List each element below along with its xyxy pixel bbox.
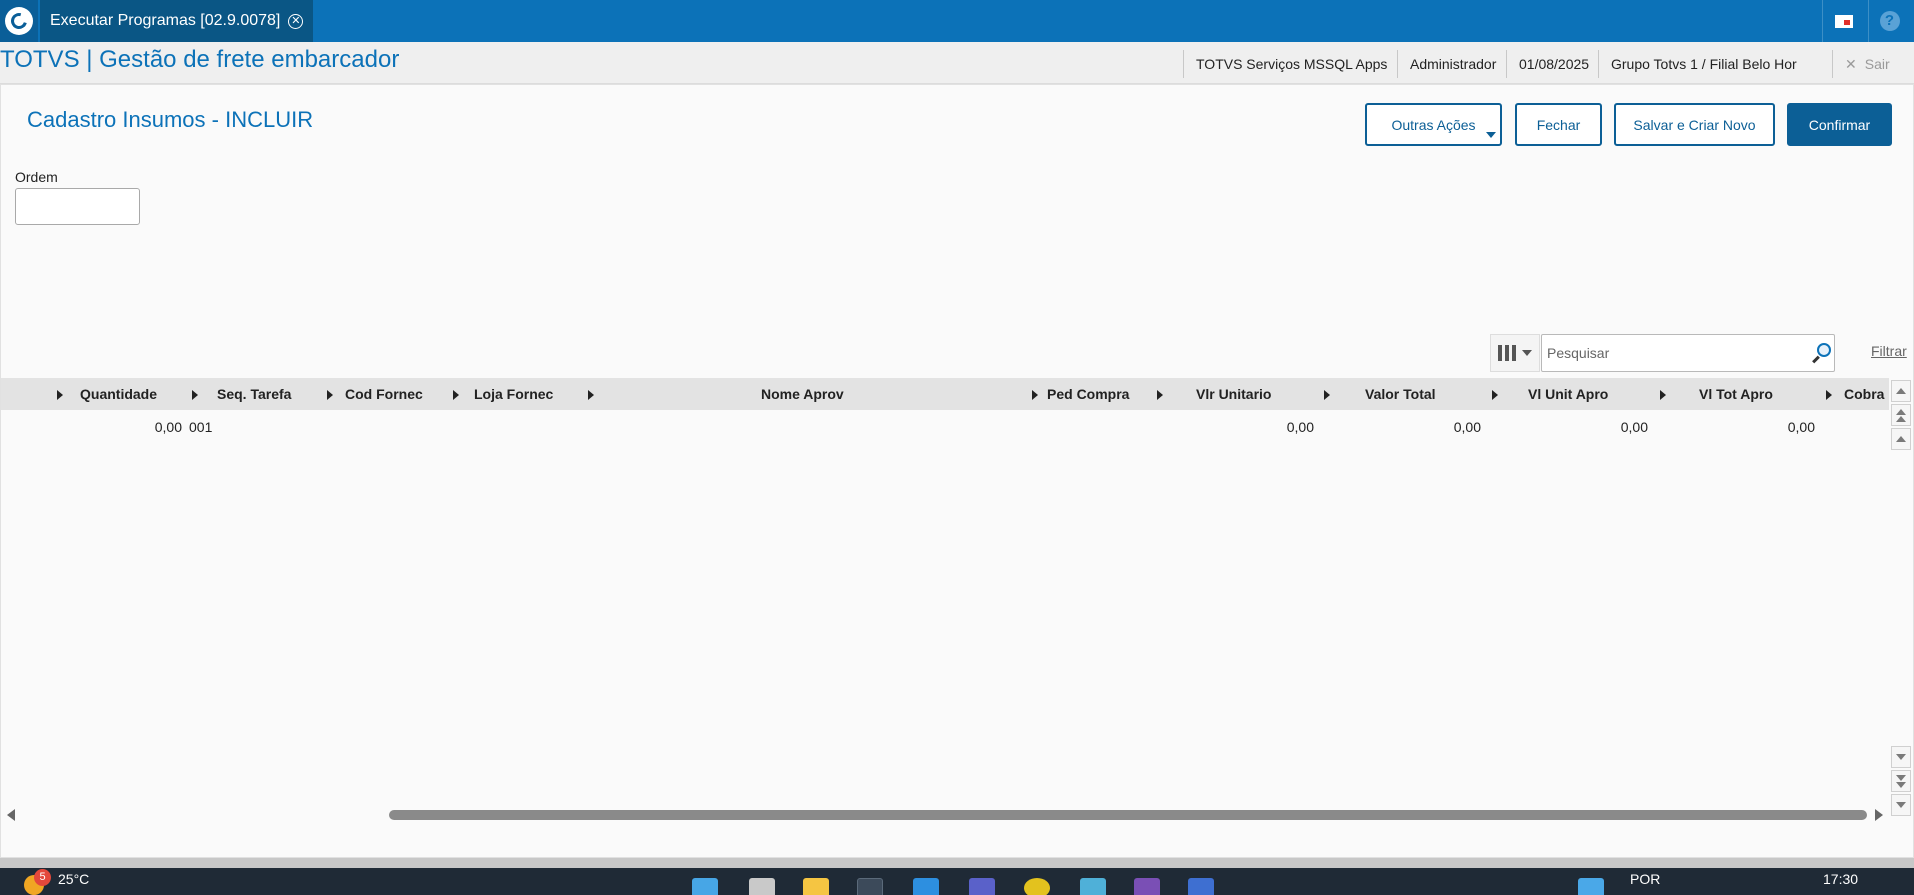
column-marker-icon [1492, 390, 1498, 400]
close-button[interactable]: Fechar [1515, 103, 1602, 146]
column-marker-icon [1324, 390, 1330, 400]
close-icon: ✕ [1845, 55, 1857, 72]
app-icon[interactable] [1188, 878, 1214, 895]
column-marker-icon [1157, 390, 1163, 400]
scroll-page-down-button[interactable] [1891, 770, 1911, 792]
column-header[interactable]: Loja Fornec [474, 378, 553, 410]
main-panel: Cadastro Insumos - INCLUIR Outras Ações … [0, 84, 1914, 858]
scroll-left-icon[interactable] [7, 809, 15, 821]
column-header[interactable]: Ped Compra [1047, 378, 1129, 410]
start-menu-icon[interactable] [692, 878, 718, 895]
cell-vl-unit-apro[interactable]: 0,00 [1528, 410, 1648, 444]
clock[interactable]: 17:30 [1823, 871, 1858, 887]
table-row[interactable]: 0,00 001 0,00 0,00 0,00 0,00 [1, 410, 1889, 444]
app-icon[interactable] [1024, 878, 1050, 895]
search-input[interactable] [1541, 334, 1835, 372]
column-header[interactable]: Cod Fornec [345, 378, 423, 410]
notepad-icon[interactable] [1080, 878, 1106, 895]
scroll-right-icon[interactable] [1875, 809, 1883, 821]
column-marker-icon [1032, 390, 1038, 400]
close-tab-icon[interactable]: ✕ [288, 13, 304, 29]
column-marker-icon [327, 390, 333, 400]
messages-button[interactable] [1822, 0, 1864, 42]
taskbar: 5 25°C POR 17:30 [0, 868, 1914, 895]
cell-valor-total[interactable]: 0,00 [1361, 410, 1481, 444]
column-marker-icon [57, 390, 63, 400]
column-marker-icon [453, 390, 459, 400]
cell-quantidade[interactable]: 0,00 [61, 410, 182, 444]
scroll-page-up-button[interactable] [1891, 404, 1911, 426]
other-actions-label: Outras Ações [1391, 116, 1476, 133]
teams-icon[interactable] [969, 878, 995, 895]
column-marker-icon [192, 390, 198, 400]
search-icon[interactable] [1811, 343, 1831, 364]
logout-button[interactable]: ✕ Sair [1832, 50, 1902, 78]
scroll-up-button[interactable] [1891, 428, 1911, 450]
language-indicator[interactable]: POR [1630, 871, 1660, 887]
user-info[interactable]: Administrador [1397, 50, 1508, 78]
column-header[interactable]: Nome Aprov [761, 378, 844, 410]
app-title: TOTVS | Gestão de frete embarcador [0, 46, 400, 73]
cell-vlr-unitario[interactable]: 0,00 [1191, 410, 1314, 444]
page-title: Cadastro Insumos - INCLUIR [27, 107, 314, 132]
browser-icon[interactable] [857, 878, 883, 895]
scroll-down-button[interactable] [1891, 746, 1911, 768]
chevron-down-icon [1486, 132, 1496, 138]
date-info[interactable]: 01/08/2025 [1506, 50, 1601, 78]
mail-icon [1834, 14, 1853, 28]
filter-link[interactable]: Filtrar [1871, 343, 1907, 359]
column-marker-icon [588, 390, 594, 400]
file-manager-icon[interactable] [749, 878, 775, 895]
folder-icon[interactable] [803, 878, 829, 895]
column-marker-icon [1826, 390, 1832, 400]
grid-header: Quantidade Seq. Tarefa Cod Fornec Loja F… [1, 378, 1889, 410]
totvs-logo-icon[interactable] [0, 0, 38, 42]
logout-label: Sair [1864, 56, 1890, 72]
column-header[interactable]: Vl Unit Apro [1528, 378, 1608, 410]
column-header[interactable]: Vlr Unitario [1196, 378, 1271, 410]
column-header[interactable]: Seq. Tarefa [217, 378, 291, 410]
horizontal-scrollbar[interactable] [389, 810, 1867, 820]
app-icon[interactable] [1578, 878, 1604, 895]
visual-studio-icon[interactable] [1134, 878, 1160, 895]
app-header: TOTVS | Gestão de frete embarcador TOTVS… [0, 42, 1914, 84]
other-actions-button[interactable]: Outras Ações [1365, 103, 1502, 146]
save-and-new-button[interactable]: Salvar e Criar Novo [1614, 103, 1775, 146]
server-info[interactable]: TOTVS Serviços MSSQL Apps [1183, 50, 1399, 78]
cell-seq-tarefa[interactable]: 001 [189, 410, 212, 444]
ordem-input[interactable] [15, 188, 140, 225]
top-bar: Executar Programas [02.9.0078] ✕ ? [0, 0, 1914, 42]
column-header[interactable]: Quantidade [80, 378, 157, 410]
help-icon: ? [1879, 11, 1900, 31]
columns-icon [1498, 345, 1516, 361]
cell-vl-tot-apro[interactable]: 0,00 [1695, 410, 1815, 444]
column-header[interactable]: Cobra [1844, 378, 1884, 410]
scroll-first-button[interactable] [1891, 380, 1911, 402]
tab-executar-programas[interactable]: Executar Programas [02.9.0078] ✕ [40, 0, 314, 42]
column-selector-button[interactable] [1490, 334, 1540, 372]
confirm-button[interactable]: Confirmar [1787, 103, 1892, 146]
chevron-down-icon [1522, 350, 1532, 356]
company-info[interactable]: Grupo Totvs 1 / Filial Belo Hor [1598, 50, 1809, 78]
temperature[interactable]: 25°C [58, 871, 89, 887]
column-marker-icon [1660, 390, 1666, 400]
help-button[interactable]: ? [1868, 0, 1910, 42]
code-editor-icon[interactable] [913, 878, 939, 895]
scroll-last-button[interactable] [1891, 794, 1911, 816]
tab-label: Executar Programas [02.9.0078] [50, 12, 281, 29]
weather-badge: 5 [34, 869, 51, 886]
window-bottom-border [0, 858, 1914, 868]
column-header[interactable]: Vl Tot Apro [1699, 378, 1773, 410]
ordem-label: Ordem [15, 169, 58, 185]
column-header[interactable]: Valor Total [1365, 378, 1436, 410]
